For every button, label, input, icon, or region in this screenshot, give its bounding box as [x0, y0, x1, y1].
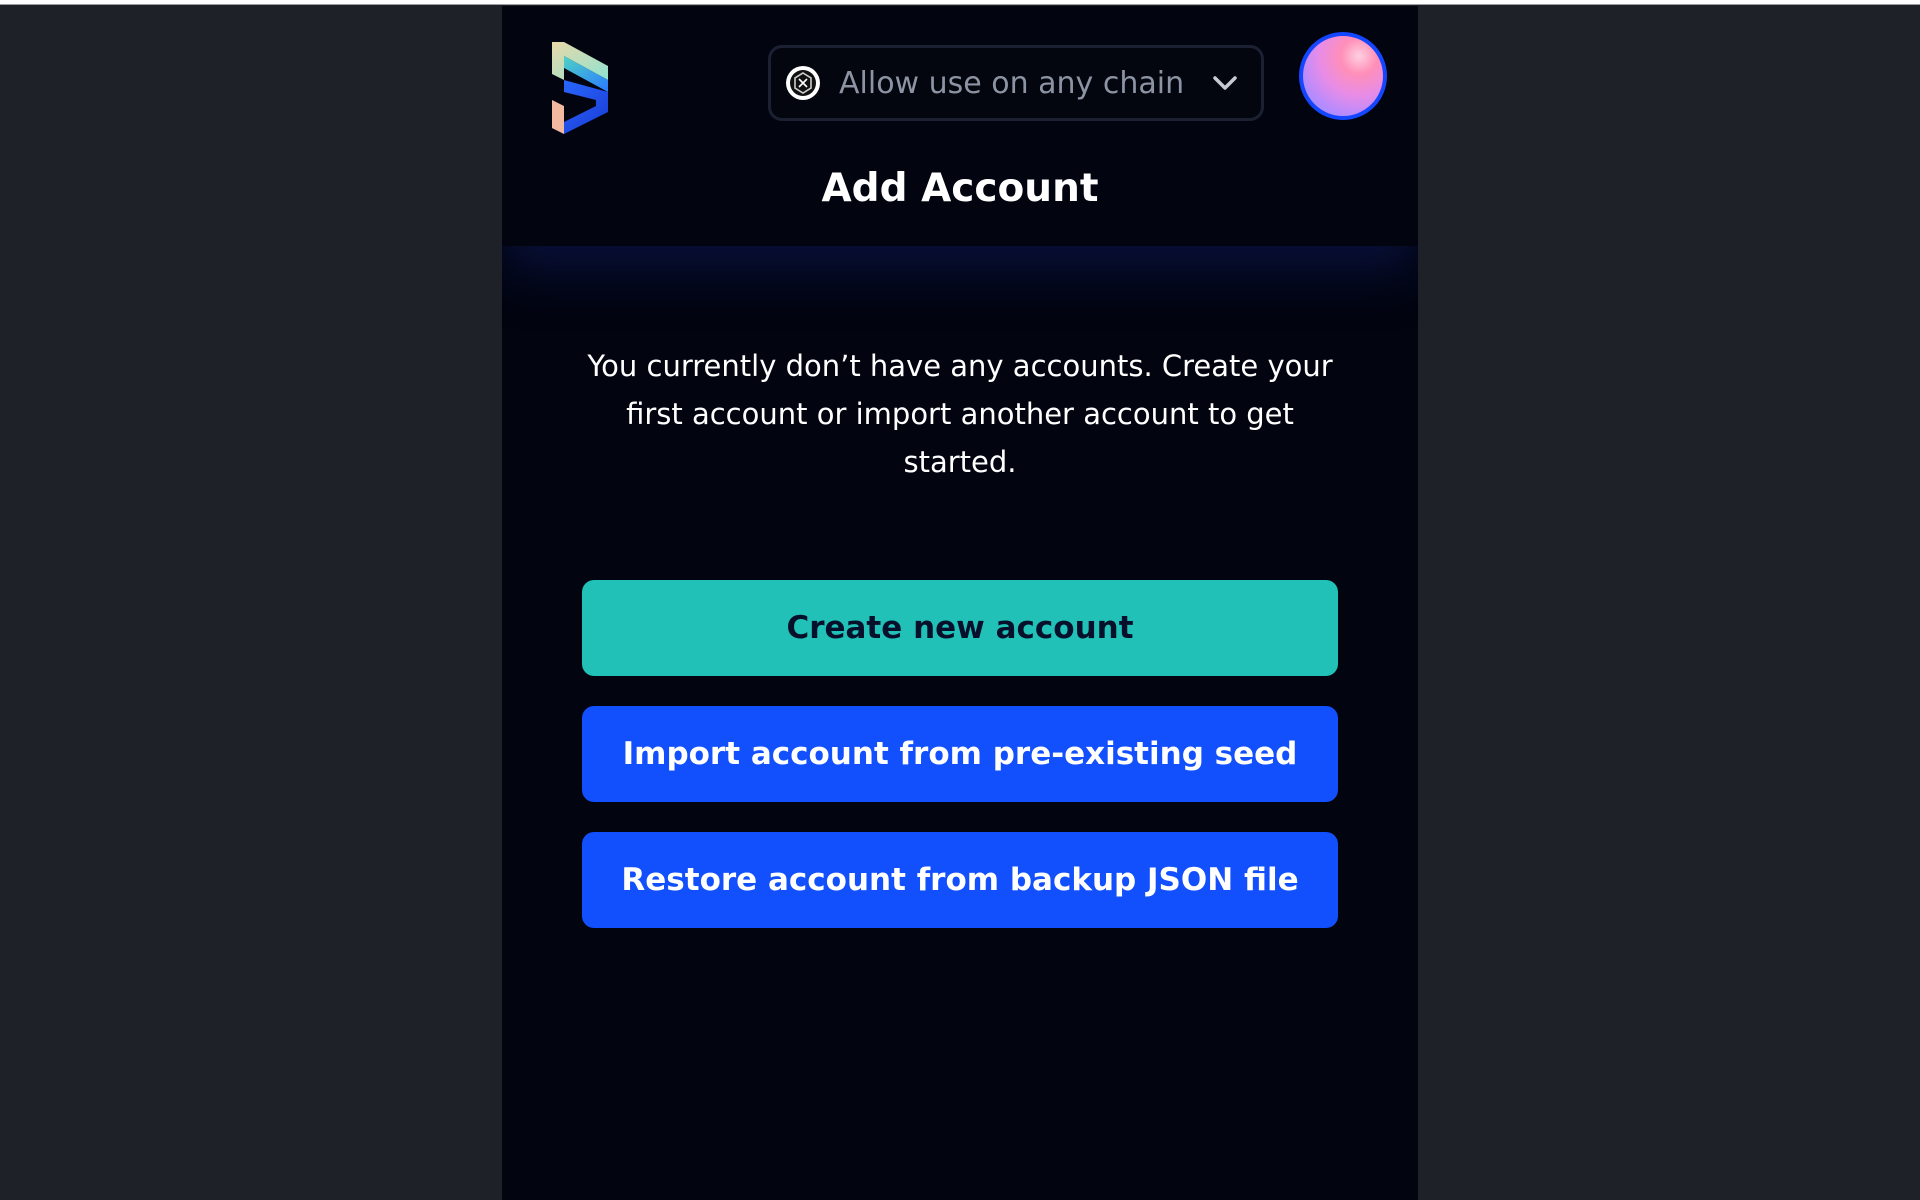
chain-selector-dropdown[interactable]: Allow use on any chain — [768, 45, 1264, 121]
browser-top-strip — [0, 0, 1920, 5]
chain-network-icon — [786, 66, 820, 100]
header: Allow use on any chain Add Account — [502, 6, 1418, 246]
page-title: Add Account — [821, 166, 1099, 211]
import-from-seed-button[interactable]: Import account from pre-existing seed — [582, 706, 1338, 802]
create-new-account-button[interactable]: Create new account — [582, 580, 1338, 676]
brand-logo-icon[interactable] — [548, 40, 612, 134]
restore-from-json-button[interactable]: Restore account from backup JSON file — [582, 832, 1338, 928]
no-accounts-message: You currently don’t have any accounts. C… — [587, 349, 1333, 479]
chevron-down-icon — [1213, 76, 1237, 90]
extension-popup: Allow use on any chain Add Account You c… — [502, 6, 1418, 1200]
chain-selector-value: Allow use on any chain — [839, 65, 1185, 101]
account-avatar[interactable] — [1299, 32, 1387, 120]
